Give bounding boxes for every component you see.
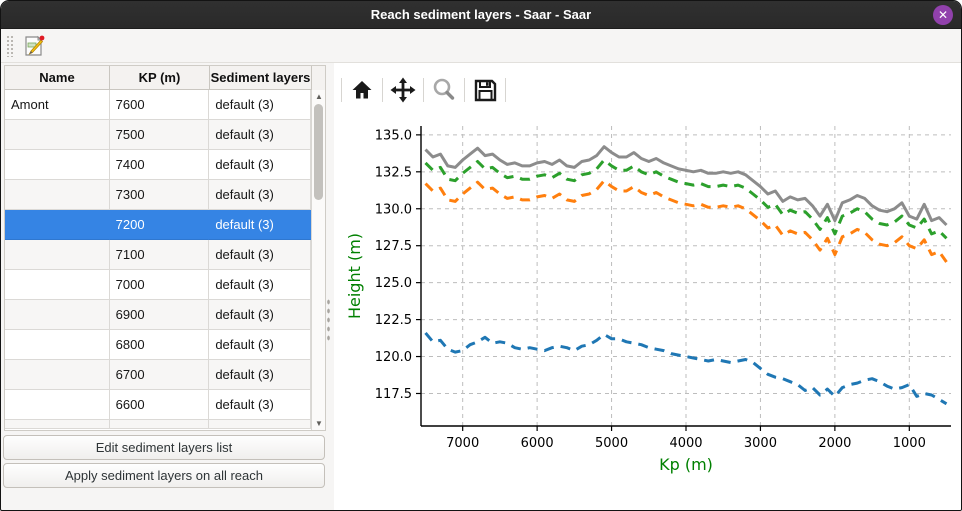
cell-name[interactable] bbox=[5, 390, 110, 420]
pan-icon bbox=[390, 77, 416, 103]
edit-document-icon bbox=[22, 35, 46, 57]
cell-name[interactable] bbox=[5, 210, 110, 240]
cell-layers[interactable]: default (3) bbox=[209, 360, 311, 390]
cell-name[interactable] bbox=[5, 360, 110, 390]
table-row[interactable]: Amont7600default (3) bbox=[5, 90, 311, 120]
cell-name[interactable] bbox=[5, 240, 110, 270]
scroll-down-icon[interactable]: ▼ bbox=[312, 417, 326, 430]
cell-layers[interactable]: default (3) bbox=[209, 390, 311, 420]
cell-kp[interactable]: 7600 bbox=[110, 90, 210, 120]
table-row[interactable]: 6600default (3) bbox=[5, 390, 311, 420]
column-header-name[interactable]: Name bbox=[5, 66, 110, 90]
y-tick-label: 117.5 bbox=[375, 387, 412, 402]
cell-name[interactable] bbox=[5, 270, 110, 300]
table-header: Name KP (m) Sediment layers bbox=[5, 66, 325, 90]
reach-sediment-layers-window: Reach sediment layers - Saar - Saar ✕ Na… bbox=[0, 0, 962, 511]
cell-kp[interactable]: 6700 bbox=[110, 360, 210, 390]
y-tick-label: 122.5 bbox=[375, 313, 412, 328]
cell-name[interactable] bbox=[5, 180, 110, 210]
table-body: Amont7600default (3)7500default (3)7400d… bbox=[5, 90, 311, 430]
column-header-kp[interactable]: KP (m) bbox=[110, 66, 210, 90]
y-tick-label: 125.0 bbox=[375, 276, 412, 291]
x-tick-label: 5000 bbox=[595, 436, 628, 451]
table-row[interactable]: 7500default (3) bbox=[5, 120, 311, 150]
plot-panel: 7000 6000 5000 4000 3000 2000 1000 135.0 132.5 13… bbox=[334, 63, 961, 510]
cell-name[interactable] bbox=[5, 150, 110, 180]
cell-kp[interactable]: 6900 bbox=[110, 300, 210, 330]
table-row[interactable]: 7100default (3) bbox=[5, 240, 311, 270]
x-tick-label: 3000 bbox=[744, 436, 777, 451]
save-icon bbox=[473, 78, 498, 103]
cell-layers[interactable]: default (3) bbox=[209, 240, 311, 270]
cell-layers[interactable]: default (3) bbox=[209, 180, 311, 210]
y-tick-label: 127.5 bbox=[375, 239, 412, 254]
cell-kp[interactable]: 6600 bbox=[110, 390, 210, 420]
y-axis-label: Height (m) bbox=[345, 233, 364, 319]
cell-name[interactable] bbox=[5, 330, 110, 360]
table-row[interactable]: 7000default (3) bbox=[5, 270, 311, 300]
window-title: Reach sediment layers - Saar - Saar bbox=[371, 7, 591, 22]
cell-layers[interactable]: default (3) bbox=[209, 120, 311, 150]
cell-name[interactable] bbox=[5, 300, 110, 330]
cell-layers[interactable]: default (3) bbox=[209, 270, 311, 300]
x-tick-label: 2000 bbox=[818, 436, 851, 451]
zoom-button[interactable] bbox=[427, 76, 461, 104]
table-row[interactable]: 6800default (3) bbox=[5, 330, 311, 360]
cell-layers[interactable]: default (3) bbox=[209, 330, 311, 360]
table-row[interactable]: 7400default (3) bbox=[5, 150, 311, 180]
x-tick-label: 7000 bbox=[446, 436, 479, 451]
x-axis-label: Kp (m) bbox=[659, 455, 713, 474]
sediment-table-panel: Name KP (m) Sediment layers Amont7600def… bbox=[1, 63, 333, 510]
cell-kp[interactable]: 7300 bbox=[110, 180, 210, 210]
table-row[interactable]: 7200default (3) bbox=[5, 210, 311, 240]
scroll-up-icon[interactable]: ▲ bbox=[312, 90, 326, 103]
cell-kp[interactable]: 6800 bbox=[110, 330, 210, 360]
plot-canvas[interactable]: 7000 6000 5000 4000 3000 2000 1000 135.0 132.5 13… bbox=[334, 106, 961, 510]
sediment-profile-chart: 7000 6000 5000 4000 3000 2000 1000 135.0 132.5 13… bbox=[334, 106, 962, 511]
reach-kp-table: Name KP (m) Sediment layers Amont7600def… bbox=[4, 65, 326, 431]
y-tick-label: 130.0 bbox=[375, 202, 412, 217]
cell-layers[interactable]: default (3) bbox=[209, 90, 311, 120]
x-tick-label: 4000 bbox=[669, 436, 702, 451]
y-tick-label: 120.0 bbox=[375, 350, 412, 365]
table-row[interactable]: 6700default (3) bbox=[5, 360, 311, 390]
cell-kp[interactable]: 7400 bbox=[110, 150, 210, 180]
table-row-partial bbox=[5, 420, 311, 429]
cell-kp[interactable]: 7500 bbox=[110, 120, 210, 150]
zoom-icon bbox=[431, 77, 457, 103]
edit-sediment-layers-list-button[interactable]: Edit sediment layers list bbox=[3, 435, 325, 460]
pan-button[interactable] bbox=[386, 76, 420, 104]
cell-layers[interactable]: default (3) bbox=[209, 300, 311, 330]
x-tick-label: 6000 bbox=[521, 436, 554, 451]
scrollbar-thumb[interactable] bbox=[314, 104, 323, 200]
y-tick-label: 135.0 bbox=[375, 128, 412, 143]
y-tick-label: 132.5 bbox=[375, 165, 412, 180]
top-toolbar bbox=[1, 29, 961, 63]
table-row[interactable]: 7300default (3) bbox=[5, 180, 311, 210]
table-row[interactable]: 6900default (3) bbox=[5, 300, 311, 330]
toolbar-drag-handle[interactable] bbox=[6, 35, 15, 57]
plot-toolbar bbox=[338, 75, 509, 105]
cell-kp[interactable]: 7000 bbox=[110, 270, 210, 300]
cell-name[interactable] bbox=[5, 120, 110, 150]
cell-kp[interactable]: 7200 bbox=[110, 210, 210, 240]
apply-sediment-layers-button[interactable]: Apply sediment layers on all reach bbox=[3, 463, 325, 488]
close-icon[interactable]: ✕ bbox=[933, 5, 953, 25]
cell-kp[interactable]: 7100 bbox=[110, 240, 210, 270]
cell-layers[interactable]: default (3) bbox=[209, 150, 311, 180]
x-tick-label: 1000 bbox=[893, 436, 926, 451]
edit-sediment-button[interactable] bbox=[19, 33, 49, 59]
cell-name[interactable]: Amont bbox=[5, 90, 110, 120]
column-header-sediment-layers[interactable]: Sediment layers bbox=[210, 66, 312, 90]
cell-layers[interactable]: default (3) bbox=[209, 210, 311, 240]
save-button[interactable] bbox=[468, 76, 502, 104]
home-icon bbox=[350, 78, 374, 102]
panel-splitter-handle[interactable] bbox=[326, 298, 331, 342]
table-scrollbar[interactable]: ▲ ▼ bbox=[311, 90, 325, 430]
home-button[interactable] bbox=[345, 76, 379, 104]
titlebar[interactable]: Reach sediment layers - Saar - Saar ✕ bbox=[1, 1, 961, 29]
